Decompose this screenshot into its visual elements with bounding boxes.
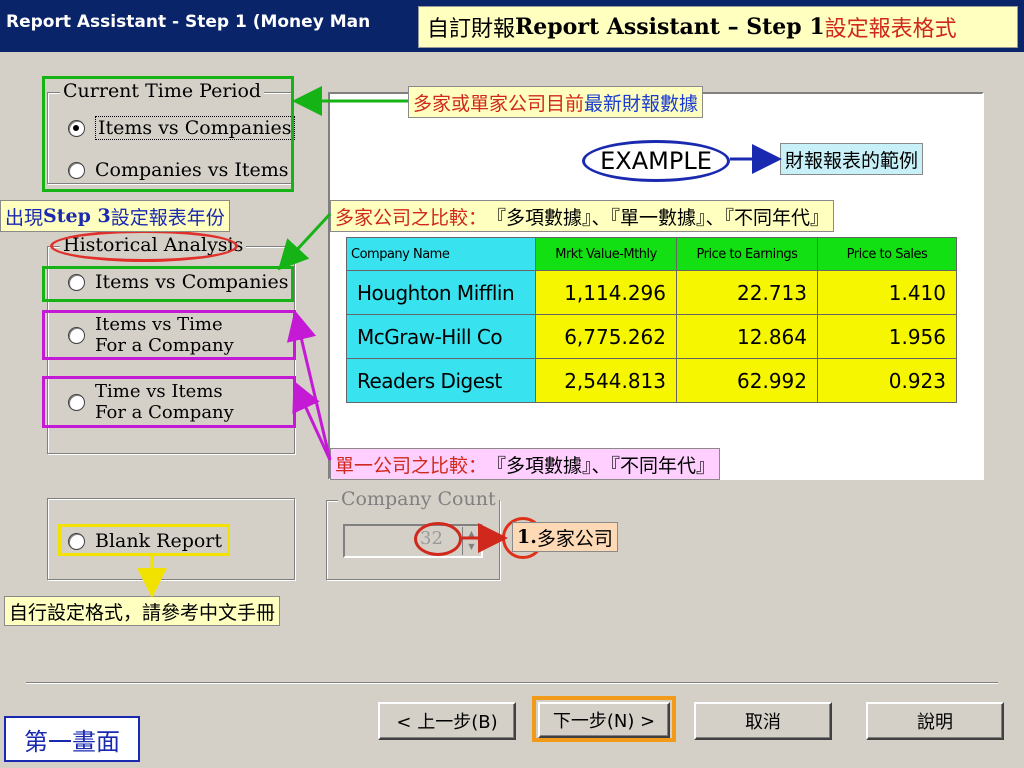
separator bbox=[26, 682, 998, 684]
next-button[interactable]: 下一步(N) > bbox=[538, 702, 670, 738]
page-label: 第一畫面 bbox=[4, 716, 140, 762]
help-button[interactable]: 說明 bbox=[866, 702, 1004, 740]
arrow-single-company-1 bbox=[286, 310, 332, 461]
cancel-button[interactable]: 取消 bbox=[694, 702, 832, 740]
arrow-multi-company bbox=[277, 212, 332, 271]
back-button[interactable]: < 上一步(B) bbox=[378, 702, 516, 740]
annotation-arrows bbox=[137, 86, 782, 598]
arrow-single-company-2 bbox=[292, 380, 332, 461]
